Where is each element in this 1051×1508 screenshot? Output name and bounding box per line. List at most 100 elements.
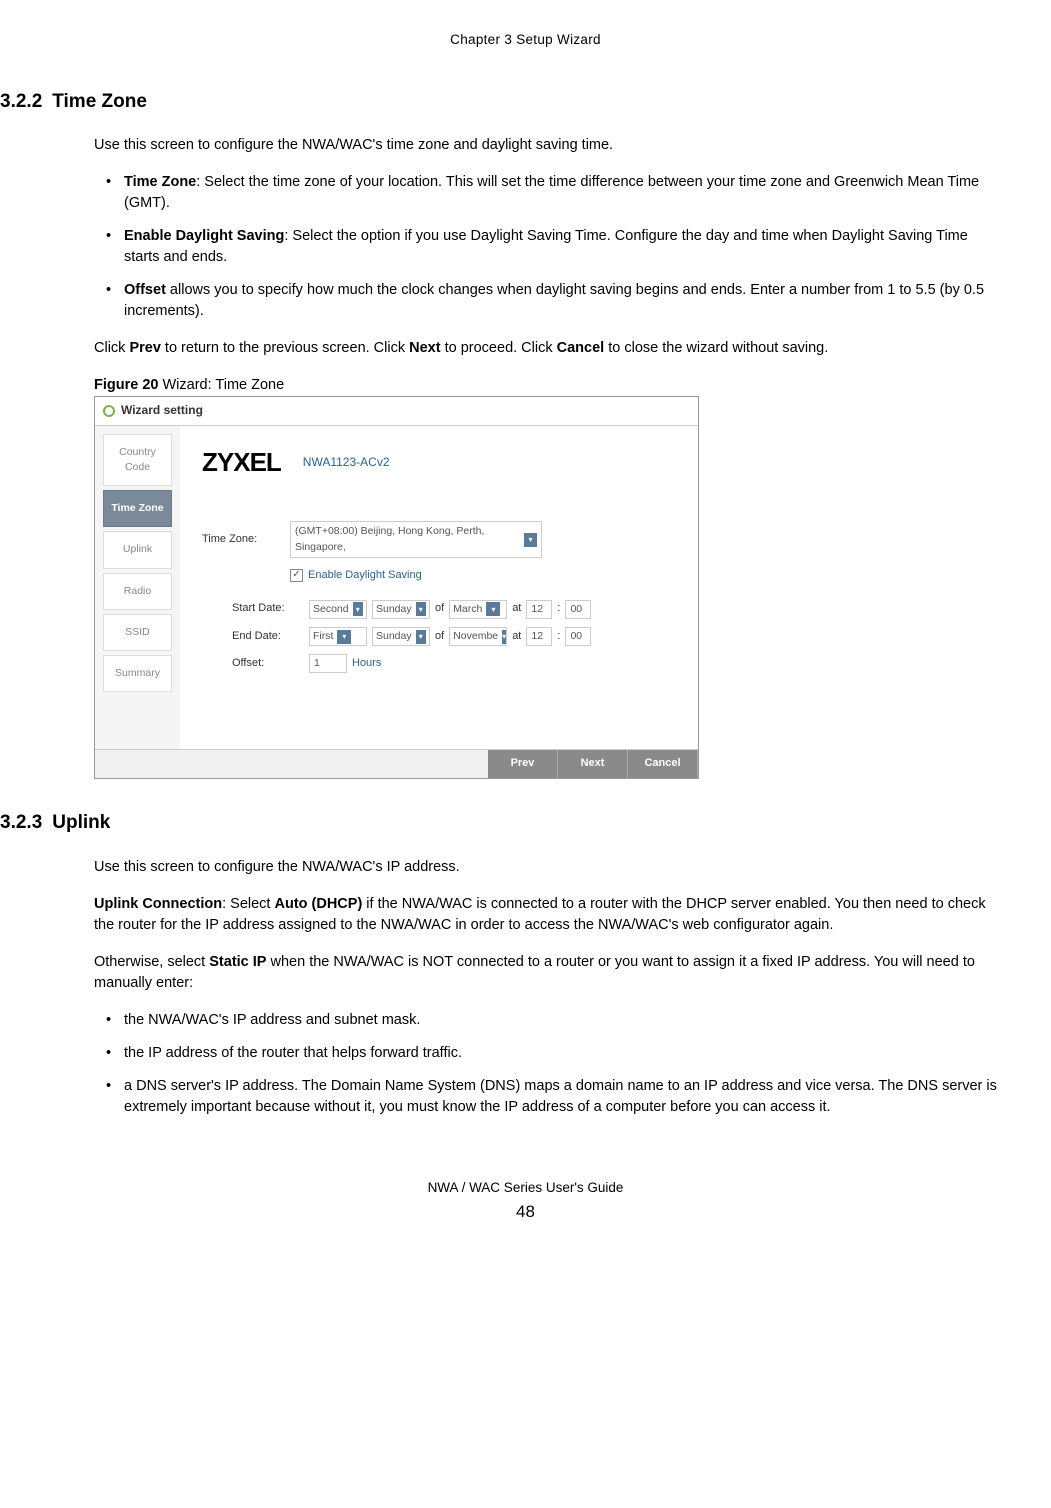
- bullet-item: Enable Daylight Saving: Select the optio…: [112, 226, 999, 268]
- dropdown-arrow-icon: ▾: [416, 630, 426, 644]
- page-number: 48: [52, 1200, 999, 1225]
- wizard-step-uplink[interactable]: Uplink: [103, 531, 172, 568]
- dst-checkbox-row: ✓ Enable Daylight Saving: [290, 568, 676, 584]
- start-month-value: March: [453, 602, 482, 617]
- bullet-list-uplink: the NWA/WAC's IP address and subnet mask…: [112, 1010, 999, 1118]
- nav-text: Click: [94, 340, 129, 356]
- offset-input[interactable]: 1: [309, 654, 347, 673]
- bullet-item: the IP address of the router that helps …: [112, 1043, 999, 1064]
- section-number: 3.2.2: [0, 91, 42, 112]
- dropdown-arrow-icon: ▾: [353, 602, 363, 616]
- colon: :: [557, 629, 560, 645]
- bullet-item: a DNS server's IP address. The Domain Na…: [112, 1076, 999, 1118]
- timezone-select[interactable]: (GMT+08:00) Beijing, Hong Kong, Perth, S…: [290, 521, 542, 557]
- cancel-button[interactable]: Cancel: [628, 750, 698, 778]
- dropdown-arrow-icon: ▾: [486, 602, 500, 616]
- start-week-value: Second: [313, 602, 349, 617]
- section-heading-timezone: 3.2.2 Time Zone: [0, 88, 999, 116]
- start-day-value: Sunday: [376, 602, 412, 617]
- guide-name: NWA / WAC Series User's Guide: [52, 1178, 999, 1198]
- bullet-list-timezone: Time Zone: Select the time zone of your …: [112, 172, 999, 322]
- start-week-select[interactable]: Second ▾: [309, 600, 367, 619]
- start-hour-input[interactable]: 12: [526, 600, 552, 619]
- wizard-footer: Prev Next Cancel: [95, 749, 698, 778]
- end-month-select[interactable]: Novembe ▾: [449, 627, 507, 646]
- wizard-titlebar: Wizard setting: [95, 397, 698, 425]
- brand-row: ZYXEL NWA1123-ACv2: [202, 444, 676, 482]
- section-title: Uplink: [52, 812, 110, 833]
- brand-logo: ZYXEL: [202, 444, 281, 482]
- dropdown-arrow-icon: ▾: [337, 630, 351, 644]
- para-text: Otherwise, select: [94, 954, 209, 970]
- section-heading-uplink: 3.2.3 Uplink: [0, 809, 999, 837]
- uplink-dhcp-para: Uplink Connection: Select Auto (DHCP) if…: [94, 894, 999, 936]
- wizard-step-summary[interactable]: Summary: [103, 655, 172, 692]
- section-number: 3.2.3: [0, 812, 42, 833]
- timezone-row: Time Zone: (GMT+08:00) Beijing, Hong Kon…: [202, 521, 676, 557]
- bullet-item: Time Zone: Select the time zone of your …: [112, 172, 999, 214]
- bullet-bold: Offset: [124, 282, 166, 298]
- wizard-step-timezone[interactable]: Time Zone: [103, 490, 172, 527]
- dropdown-arrow-icon: ▾: [416, 602, 426, 616]
- figure-number: Figure 20: [94, 377, 158, 393]
- end-min-input[interactable]: 00: [565, 627, 591, 646]
- wizard-dialog: Wizard setting Country Code Time Zone Up…: [94, 396, 699, 779]
- end-month-value: Novembe: [453, 629, 498, 644]
- offset-row: Offset: 1 Hours: [232, 654, 676, 673]
- bullet-text: : Select the time zone of your location.…: [124, 174, 979, 211]
- end-hour-input[interactable]: 12: [526, 627, 552, 646]
- nav-next-bold: Next: [409, 340, 440, 356]
- nav-prev-bold: Prev: [129, 340, 160, 356]
- bullet-bold: Enable Daylight Saving: [124, 228, 284, 244]
- brand-model: NWA1123-ACv2: [303, 454, 390, 471]
- at-text: at: [512, 601, 521, 617]
- end-day-value: Sunday: [376, 629, 412, 644]
- dst-checkbox[interactable]: ✓: [290, 569, 303, 582]
- section-title: Time Zone: [52, 91, 147, 112]
- end-week-value: First: [313, 629, 333, 644]
- next-button[interactable]: Next: [558, 750, 628, 778]
- figure-title: Wizard: Time Zone: [158, 377, 284, 393]
- static-ip-bold: Static IP: [209, 954, 266, 970]
- uplink-connection-bold: Uplink Connection: [94, 896, 222, 912]
- of-text: of: [435, 629, 444, 645]
- wizard-step-radio[interactable]: Radio: [103, 573, 172, 610]
- figure-caption: Figure 20 Wizard: Time Zone: [94, 375, 999, 396]
- end-date-row: End Date: First▾ Sunday▾ of Novembe▾ at …: [232, 627, 676, 646]
- wizard-main: ZYXEL NWA1123-ACv2 Time Zone: (GMT+08:00…: [180, 426, 698, 750]
- wizard-step-ssid[interactable]: SSID: [103, 614, 172, 651]
- start-min-input[interactable]: 00: [565, 600, 591, 619]
- intro-text: Use this screen to configure the NWA/WAC…: [94, 135, 999, 156]
- nav-instructions: Click Prev to return to the previous scr…: [94, 338, 999, 359]
- bullet-item: the NWA/WAC's IP address and subnet mask…: [112, 1010, 999, 1031]
- bullet-item: Offset allows you to specify how much th…: [112, 280, 999, 322]
- of-text: of: [435, 601, 444, 617]
- nav-text: to return to the previous screen. Click: [161, 340, 409, 356]
- offset-label: Offset:: [232, 656, 304, 672]
- offset-unit: Hours: [352, 656, 381, 672]
- start-day-select[interactable]: Sunday ▾: [372, 600, 430, 619]
- at-text: at: [512, 629, 521, 645]
- wizard-body: Country Code Time Zone Uplink Radio SSID…: [95, 426, 698, 750]
- page-footer: NWA / WAC Series User's Guide 48: [52, 1178, 999, 1224]
- bullet-bold: Time Zone: [124, 174, 196, 190]
- dropdown-arrow-icon: ▾: [502, 630, 506, 644]
- wizard-icon: [103, 405, 115, 417]
- end-date-label: End Date:: [232, 629, 304, 645]
- uplink-intro: Use this screen to configure the NWA/WAC…: [94, 857, 999, 878]
- wizard-title: Wizard setting: [121, 402, 203, 419]
- timezone-label: Time Zone:: [202, 532, 290, 548]
- wizard-step-country[interactable]: Country Code: [103, 434, 172, 486]
- prev-button[interactable]: Prev: [488, 750, 558, 778]
- dst-section: Start Date: Second▾ Sunday▾ of March▾ at…: [232, 600, 676, 674]
- timezone-value: (GMT+08:00) Beijing, Hong Kong, Perth, S…: [295, 524, 520, 554]
- wizard-sidebar: Country Code Time Zone Uplink Radio SSID…: [95, 426, 180, 750]
- start-date-row: Start Date: Second▾ Sunday▾ of March▾ at…: [232, 600, 676, 619]
- chapter-header: Chapter 3 Setup Wizard: [52, 30, 999, 50]
- uplink-static-para: Otherwise, select Static IP when the NWA…: [94, 952, 999, 994]
- end-day-select[interactable]: Sunday ▾: [372, 627, 430, 646]
- start-month-select[interactable]: March ▾: [449, 600, 507, 619]
- bullet-text: allows you to specify how much the clock…: [124, 282, 984, 319]
- end-week-select[interactable]: First ▾: [309, 627, 367, 646]
- para-text: : Select: [222, 896, 274, 912]
